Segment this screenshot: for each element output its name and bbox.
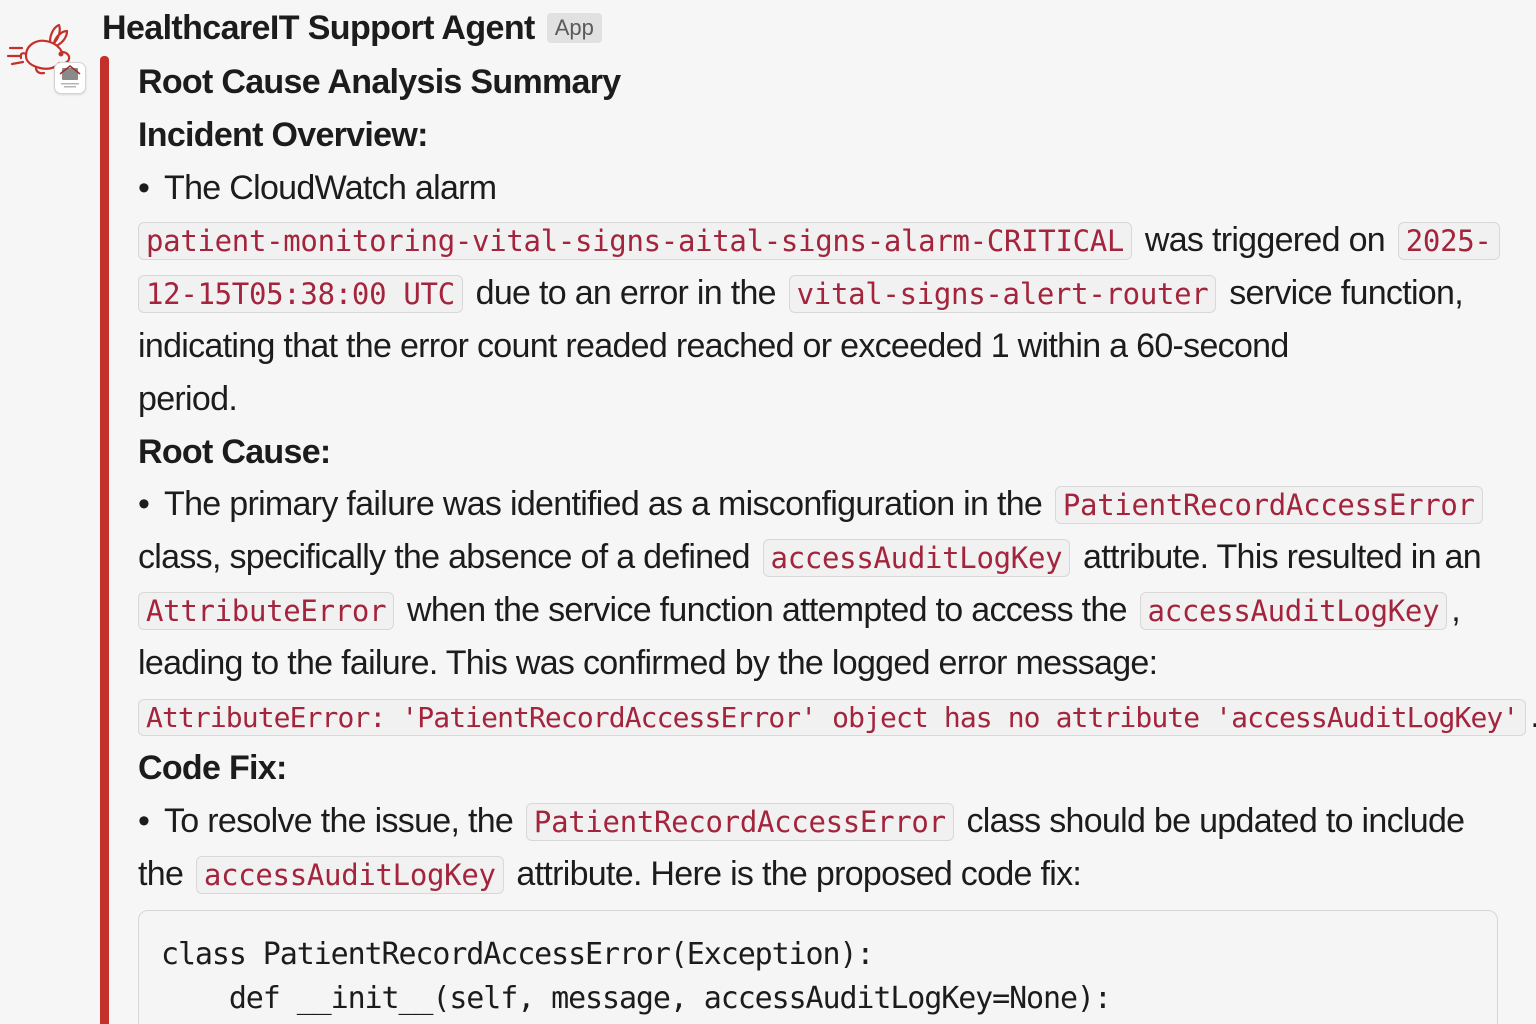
text-segment: class, specifically the absence of a def… (138, 538, 750, 577)
inline-code-timestamp: 2025- (1397, 222, 1500, 261)
text-segment: The CloudWatch alarm (164, 168, 497, 207)
avatar-area (0, 0, 100, 110)
text-segment: was triggered on (1144, 221, 1386, 260)
code-block[interactable]: class PatientRecordAccessError(Exception… (138, 910, 1498, 1024)
root-cause-text: AttributeError when the service function… (138, 584, 1518, 637)
incident-overview-text: period. (138, 379, 238, 418)
attachment-accent-bar (100, 56, 109, 1024)
sender-name[interactable]: HealthcareIT Support Agent (102, 9, 535, 48)
text-segment: . (1530, 697, 1536, 735)
bullet: • (138, 802, 150, 841)
app-tag: App (546, 13, 602, 43)
text-segment: when the service function attempted to a… (406, 590, 1127, 629)
message-header: HealthcareIT Support Agent App (102, 6, 602, 50)
inline-code-class-name: PatientRecordAccessError (1054, 486, 1483, 525)
text-segment: attribute. This resulted in an (1083, 538, 1482, 577)
text-segment: class should be updated to include (966, 802, 1465, 841)
inline-code-class-name: PatientRecordAccessError (525, 803, 954, 842)
code-line: def __init__(self, message, accessAuditL… (161, 981, 1112, 1016)
root-cause-text: leading to the failure. This was confirm… (138, 643, 1158, 682)
text-segment: due to an error in the (475, 274, 777, 313)
inline-code-service-name: vital-signs-alert-router (788, 275, 1217, 314)
inline-code-alarm-name: patient-monitoring-vital-signs-aital-sig… (138, 222, 1133, 261)
code-line: class PatientRecordAccessError(Exception… (161, 937, 874, 972)
incident-overview-text: 12-15T05:38:00 UTC due to an error in th… (138, 267, 1518, 320)
text-segment: , (1451, 590, 1460, 629)
text-segment: The primary failure was identified as a … (164, 485, 1043, 524)
text-segment: the (138, 854, 184, 893)
incident-overview-text: indicating that the error count readed r… (138, 326, 1289, 365)
code-fix-text: • To resolve the issue, the PatientRecord… (138, 795, 1518, 848)
text-segment: attribute. Here is the proposed code fix… (516, 854, 1082, 893)
inline-code-error-type: AttributeError (138, 591, 395, 630)
root-cause-text: • The primary failure was identified as a… (138, 478, 1518, 531)
root-cause-heading: Root Cause: (138, 432, 331, 471)
root-cause-text: AttributeError: 'PatientRecordAccessErro… (138, 690, 1536, 743)
inline-code-timestamp: 12-15T05:38:00 UTC (138, 275, 463, 314)
inline-code-error-message: AttributeError: 'PatientRecordAccessErro… (138, 698, 1527, 736)
text-segment: To resolve the issue, the (164, 802, 514, 841)
summary-title: Root Cause Analysis Summary (138, 63, 621, 101)
inline-code-attribute: accessAuditLogKey (1139, 591, 1448, 630)
app-badge-icon (54, 62, 86, 94)
bullet: • (138, 485, 150, 524)
message-body: Root Cause Analysis Summary Incident Ove… (138, 56, 1536, 901)
incident-overview-text: • The CloudWatch alarm (138, 162, 1518, 215)
incident-overview-text: patient-monitoring-vital-signs-aital-sig… (138, 214, 1518, 267)
text-segment: service function, (1229, 274, 1463, 313)
inline-code-attribute: accessAuditLogKey (762, 539, 1071, 578)
code-fix-text: the accessAuditLogKey attribute. Here is… (138, 848, 1518, 901)
bullet: • (138, 168, 150, 207)
incident-overview-heading: Incident Overview: (138, 115, 428, 154)
code-fix-heading: Code Fix: (138, 749, 287, 788)
root-cause-text: class, specifically the absence of a def… (138, 531, 1518, 584)
inline-code-attribute: accessAuditLogKey (195, 855, 504, 894)
